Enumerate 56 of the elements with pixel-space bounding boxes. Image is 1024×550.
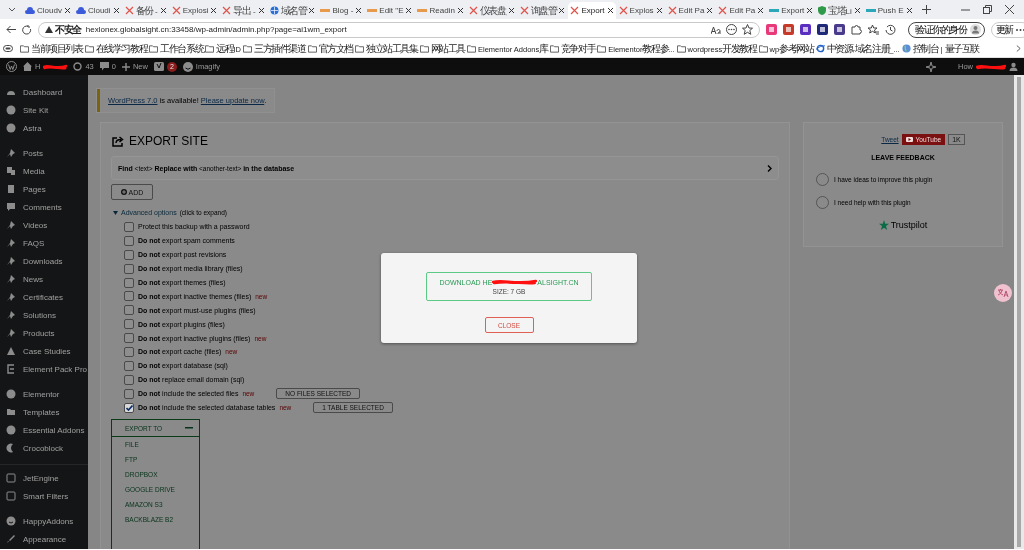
identity-button[interactable]: 验证你的身份 — [908, 21, 985, 38]
browser-tab[interactable]: Export — [767, 2, 816, 19]
browser-tab[interactable]: 宝塔Li — [816, 2, 863, 19]
sidebar-item[interactable]: Videos — [0, 216, 88, 234]
browser-tab[interactable]: 域名管 — [267, 2, 318, 19]
sidebar-item[interactable]: Essential Addons — [0, 421, 88, 439]
sidebar-item[interactable]: Pages — [0, 180, 88, 198]
browser-tab[interactable]: Cloudi — [73, 2, 122, 19]
browser-tab[interactable]: Blog - — [318, 2, 365, 19]
sidebar-item[interactable]: Templates — [0, 403, 88, 421]
browser-tab[interactable]: 备份 - — [122, 2, 169, 19]
sidebar-item[interactable]: Solutions — [0, 306, 88, 324]
browser-tab[interactable]: Export — [568, 2, 616, 19]
bookmark-item[interactable]: 独立站工具集 — [354, 41, 418, 56]
sidebar-item[interactable]: Comments — [0, 198, 88, 216]
update-button[interactable]: 更新 — [990, 21, 1024, 38]
bookmark-item[interactable]: 竞争对手 — [549, 41, 596, 56]
sidebar-item[interactable]: HappyAddons — [0, 512, 88, 530]
sidebar-item[interactable]: Smart Filters — [0, 487, 88, 505]
page-title: EXPORT SITE — [129, 134, 208, 148]
bookmark-item[interactable]: 官方文档 — [307, 41, 353, 56]
browser-tab[interactable]: Cloudv — [23, 2, 73, 19]
bookmark-item[interactable]: 工作台系统 — [149, 41, 204, 56]
browser-tab[interactable]: Explosi — [169, 2, 220, 19]
browser-tab[interactable]: Edit "E — [365, 2, 415, 19]
browser-tab[interactable]: Edit Pa — [665, 2, 716, 19]
sidebar-item[interactable]: Site Kit — [0, 101, 88, 119]
sidebar-item[interactable]: Case Studies — [0, 342, 88, 360]
sidebar-item[interactable]: News — [0, 270, 88, 288]
browser-tab[interactable]: Readin — [415, 2, 466, 19]
browser-tab[interactable]: Explos — [616, 2, 665, 19]
browser-tab[interactable]: 询盘管 — [517, 2, 568, 19]
bookmark-item[interactable]: 当前项目列表 — [20, 41, 83, 56]
sidebar-item[interactable]: Downloads — [0, 252, 88, 270]
bookmark-item[interactable]: 网站工具 — [419, 41, 465, 56]
browser-tab[interactable]: Push E — [863, 2, 915, 19]
browser-tab[interactable]: 导出 - — [220, 2, 267, 19]
sidebar-item[interactable]: Elementor — [0, 385, 88, 403]
sidebar-item[interactable]: Element Pack Pro — [0, 360, 88, 378]
trustpilot-logo[interactable]: Trustpilot — [878, 220, 928, 230]
sidebar-item[interactable]: JetEngine — [0, 469, 88, 487]
bookmark-item[interactable]: 三方插件渠道 — [242, 41, 306, 56]
url-text: hexlonex.globalsight.cn:33458/wp-admin/admin.php?page=ai1wm_export — [85, 25, 347, 34]
bookmark-item[interactable]: 在线学习教程 — [84, 41, 148, 56]
sidebar-item[interactable]: Crocoblock — [0, 439, 88, 457]
browser-tab[interactable]: Edit Pa — [716, 2, 767, 19]
sidebar-item[interactable]: Products — [0, 324, 88, 342]
security-label[interactable]: 不安全 — [45, 22, 81, 37]
sidebar-item[interactable]: Astra — [0, 119, 88, 137]
sidebar-item[interactable]: Posts — [0, 144, 88, 162]
sidebar-item[interactable]: FAQS — [0, 234, 88, 252]
sidebar-item[interactable]: Media — [0, 162, 88, 180]
sidebar-item[interactable]: Dashboard — [0, 83, 88, 101]
browser-tab[interactable]: 仪表盘 — [466, 2, 517, 19]
sidebar-item[interactable]: Certificates — [0, 288, 88, 306]
sidebar-item[interactable]: Appearance — [0, 530, 88, 548]
